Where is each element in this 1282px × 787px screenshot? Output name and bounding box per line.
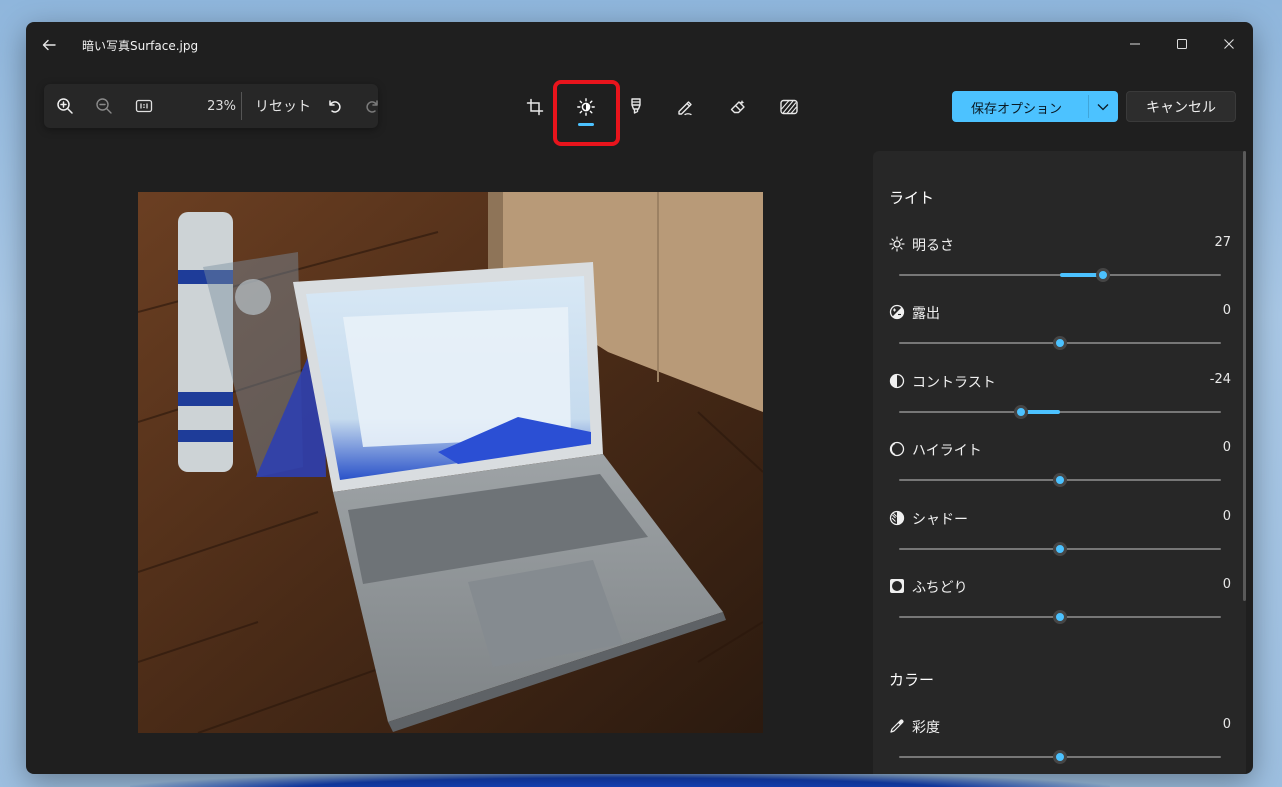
slider-thumb[interactable]: [1053, 336, 1067, 350]
contrast-row: コントラスト -24: [873, 372, 1233, 432]
vignette-slider[interactable]: [899, 610, 1221, 624]
slider-thumb[interactable]: [1053, 610, 1067, 624]
actual-size-icon: [135, 99, 153, 113]
filter-icon: [780, 99, 798, 115]
photo-canvas[interactable]: [138, 192, 763, 733]
light-section-heading: ライト: [889, 189, 935, 207]
brightness-label: 明るさ: [912, 238, 954, 254]
exposure-slider[interactable]: [899, 336, 1221, 350]
chevron-down-icon: [1097, 104, 1109, 111]
vignette-icon: [890, 579, 904, 593]
adjustment-panel: ライト 明るさ 27 露出 0 コントラスト -24 ハイライト 0 シャドー …: [873, 151, 1246, 774]
redo-button[interactable]: [362, 94, 384, 118]
title-bar: 暗い写真Surface.jpg: [26, 22, 1253, 66]
zoom-out-button[interactable]: [91, 94, 117, 118]
close-icon: [1224, 39, 1234, 49]
panel-scrollbar[interactable]: [1243, 151, 1246, 601]
save-options-button[interactable]: 保存オプション: [952, 91, 1118, 122]
slider-track: [899, 411, 1221, 413]
maximize-button[interactable]: [1167, 30, 1197, 58]
highlights-slider[interactable]: [899, 473, 1221, 487]
erase-tool-button[interactable]: [725, 94, 751, 120]
brightness-value: 27: [1214, 235, 1231, 250]
eyedropper-icon: [890, 719, 904, 733]
photo-image: [138, 192, 763, 733]
exposure-row: 露出 0: [873, 303, 1233, 363]
save-options-dropdown[interactable]: [1093, 97, 1113, 117]
shadows-icon: [889, 510, 905, 526]
save-button-divider: [1088, 95, 1089, 118]
slider-thumb[interactable]: [1053, 473, 1067, 487]
reset-button[interactable]: リセット: [251, 94, 315, 118]
highlights-value: 0: [1222, 440, 1231, 455]
color-section-heading: カラー: [889, 671, 935, 689]
saturation-label: 彩度: [912, 720, 940, 736]
shadows-slider[interactable]: [899, 542, 1221, 556]
contrast-icon: [889, 373, 905, 389]
draw-tool-button[interactable]: [673, 94, 699, 120]
annotation-highlight-box: [553, 80, 620, 146]
slider-thumb[interactable]: [1014, 405, 1029, 419]
brightness-slider[interactable]: [899, 268, 1221, 282]
marker-icon: [631, 98, 641, 114]
exposure-value: 0: [1222, 303, 1231, 318]
back-button[interactable]: [36, 32, 62, 58]
saturation-slider[interactable]: [899, 750, 1221, 764]
undo-button[interactable]: [322, 94, 346, 118]
slider-thumb[interactable]: [1053, 750, 1067, 764]
back-arrow-icon: [42, 39, 56, 51]
exposure-icon: [889, 304, 905, 320]
toolbar-divider: [241, 92, 242, 120]
maximize-icon: [1177, 39, 1187, 49]
highlights-row: ハイライト 0: [873, 440, 1233, 500]
shadows-value: 0: [1222, 509, 1231, 524]
crop-tool-button[interactable]: [522, 94, 548, 120]
highlights-icon: [889, 441, 905, 457]
undo-icon: [329, 100, 341, 113]
exposure-label: 露出: [912, 306, 940, 322]
zoom-in-icon: [57, 98, 73, 114]
filter-tool-button[interactable]: [776, 94, 802, 120]
pen-icon: [678, 101, 692, 116]
eraser-icon: [730, 100, 745, 114]
slider-thumb[interactable]: [1096, 268, 1111, 282]
zoom-out-icon: [96, 98, 112, 114]
crop-icon: [526, 98, 544, 116]
contrast-value: -24: [1209, 372, 1231, 387]
markup-tool-button[interactable]: [623, 94, 649, 120]
highlights-label: ハイライト: [912, 443, 982, 459]
close-button[interactable]: [1214, 30, 1244, 58]
zoom-level[interactable]: 23%: [180, 94, 236, 118]
shadows-label: シャドー: [912, 512, 968, 528]
minimize-button[interactable]: [1120, 30, 1150, 58]
redo-icon: [366, 100, 378, 113]
shadows-row: シャドー 0: [873, 509, 1233, 569]
saturation-value: 0: [1222, 717, 1231, 732]
actual-size-button[interactable]: [131, 94, 157, 118]
contrast-label: コントラスト: [912, 375, 996, 391]
photos-app-window: 暗い写真Surface.jpg 23% リセット 保存オプション キャンセル ラ…: [26, 22, 1253, 774]
vignette-value: 0: [1222, 577, 1231, 592]
brightness-row: 明るさ 27: [873, 235, 1233, 295]
cancel-button[interactable]: キャンセル: [1126, 91, 1236, 122]
window-title: 暗い写真Surface.jpg: [82, 39, 199, 53]
save-options-label: 保存オプション: [971, 102, 1063, 117]
desktop-wallpaper: [130, 772, 1110, 787]
contrast-slider[interactable]: [899, 405, 1221, 419]
zoom-in-button[interactable]: [52, 94, 78, 118]
slider-thumb[interactable]: [1053, 542, 1067, 556]
sun-icon: [889, 236, 905, 252]
saturation-row: 彩度 0: [873, 717, 1233, 774]
vignette-row: ふちどり 0: [873, 577, 1233, 637]
view-toolbar: 23% リセット: [44, 84, 378, 128]
minimize-icon: [1130, 43, 1140, 45]
vignette-label: ふちどり: [912, 580, 968, 596]
